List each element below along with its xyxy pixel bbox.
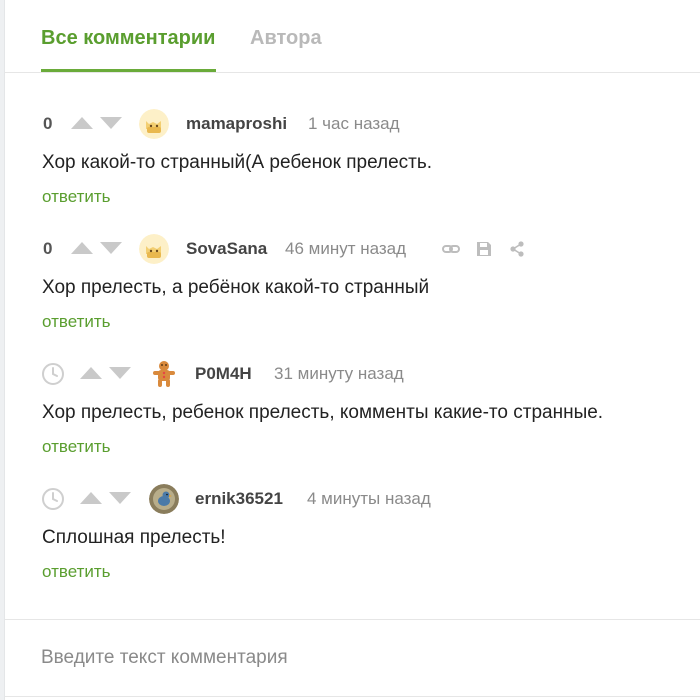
comment-item: 0 SovaSana 46 минут назад Хор прелесть, … — [5, 234, 700, 334]
comment-username[interactable]: ernik36521 — [195, 489, 283, 509]
tab-author[interactable]: Автора — [250, 26, 322, 50]
comment-time: 31 минуту назад — [274, 364, 404, 383]
downvote-icon[interactable] — [100, 242, 122, 254]
comment-header: 0 SovaSana 46 минут назад — [5, 234, 700, 264]
cat-avatar-icon[interactable] — [139, 234, 169, 264]
comment-item: ernik36521 4 минуты назад Сплошная преле… — [5, 484, 700, 584]
comment-rating: 0 — [43, 114, 53, 133]
save-icon[interactable] — [475, 240, 493, 258]
comment-time: 4 минуты назад — [307, 489, 431, 508]
comment-username[interactable]: P0M4H — [195, 364, 252, 384]
reply-link[interactable]: ответить — [42, 187, 111, 207]
upvote-icon[interactable] — [80, 367, 102, 379]
share-icon[interactable] — [508, 240, 526, 258]
clock-icon — [42, 363, 64, 385]
comment-input[interactable] — [41, 644, 661, 672]
downvote-icon[interactable] — [100, 117, 122, 129]
upvote-icon[interactable] — [80, 492, 102, 504]
comments-panel: Все комментарии Автора 0 mamaproshi 1 ча… — [4, 0, 700, 700]
reply-link[interactable]: ответить — [42, 562, 111, 582]
upvote-icon[interactable] — [71, 117, 93, 129]
bird-avatar-icon[interactable] — [149, 484, 179, 514]
downvote-icon[interactable] — [109, 367, 131, 379]
comment-item: 0 mamaproshi 1 час назад Хор какой-то ст… — [5, 109, 700, 209]
upvote-icon[interactable] — [71, 242, 93, 254]
reply-link[interactable]: ответить — [42, 312, 111, 332]
tab-all-comments[interactable]: Все комментарии — [41, 26, 215, 50]
comment-time: 46 минут назад — [285, 239, 407, 258]
comment-username[interactable]: SovaSana — [186, 239, 267, 259]
comment-input-area — [5, 619, 700, 697]
comment-text: Хор прелесть, а ребёнок какой-то странны… — [42, 277, 430, 298]
comment-header: P0M4H 31 минуту назад — [5, 359, 700, 387]
comment-tabs: Все комментарии Автора — [5, 0, 700, 73]
comment-header: 0 mamaproshi 1 час назад — [5, 109, 700, 139]
active-tab-indicator — [41, 69, 216, 72]
comment-item: P0M4H 31 минуту назад Хор прелесть, ребе… — [5, 359, 700, 459]
cat-avatar-icon[interactable] — [139, 109, 169, 139]
downvote-icon[interactable] — [109, 492, 131, 504]
clock-icon — [42, 488, 64, 510]
gingerbread-avatar-icon[interactable] — [149, 359, 179, 389]
reply-link[interactable]: ответить — [42, 437, 111, 457]
comment-time: 1 час назад — [308, 114, 400, 133]
comment-rating: 0 — [43, 239, 53, 258]
link-icon[interactable] — [442, 240, 460, 258]
comment-header: ernik36521 4 минуты назад — [5, 484, 700, 514]
comment-text: Сплошная прелесть! — [42, 527, 226, 548]
comment-text: Хор какой-то странный(А ребенок прелесть… — [42, 152, 433, 173]
comment-username[interactable]: mamaproshi — [186, 114, 287, 134]
comment-text: Хор прелесть, ребенок прелесть, комменты… — [42, 402, 604, 423]
